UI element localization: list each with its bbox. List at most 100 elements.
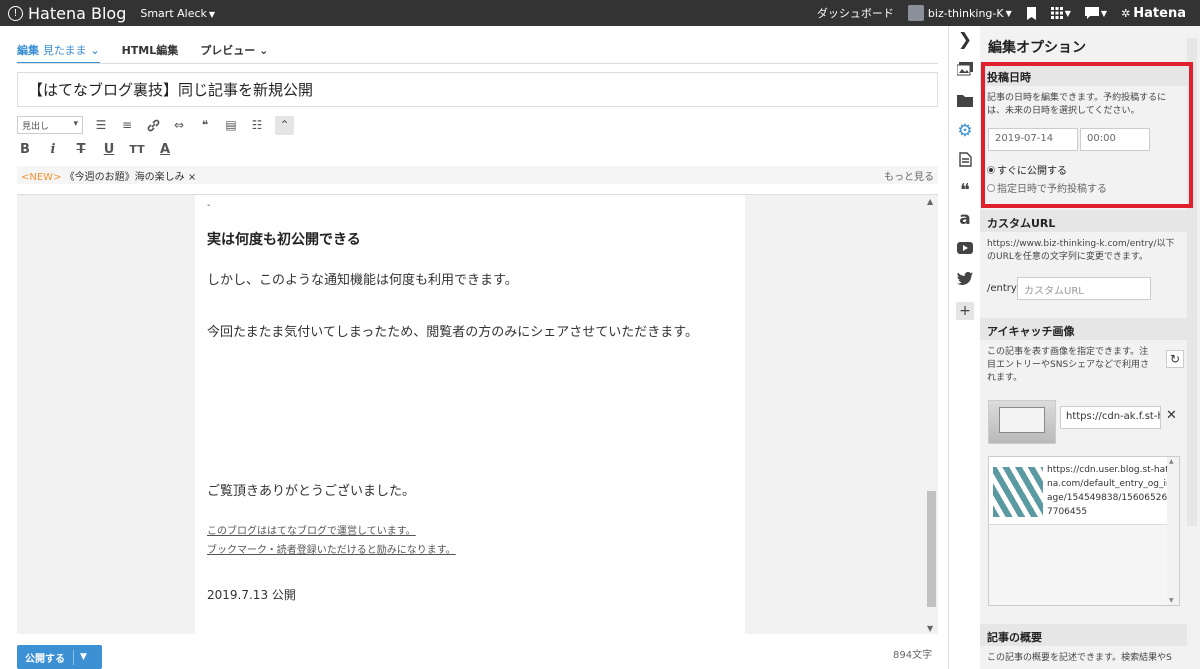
scroll-down-arrow-icon[interactable]: ▼ bbox=[1169, 597, 1174, 604]
caret-down-icon: ▼ bbox=[1064, 8, 1071, 18]
avatar bbox=[907, 5, 924, 21]
weekly-topic-link[interactable]: 《今週のお題》海の楽しみ bbox=[65, 172, 185, 183]
logo-text: Hatena Blog bbox=[28, 3, 127, 23]
summary-section: 記事の概要 この記事の概要を記述できます。検索結果やS bbox=[980, 624, 1187, 669]
format-toolbar: 見出し ▾ ☰ ≡ ⇔ ❝ ▤ ☷ ⌃ bbox=[17, 115, 304, 135]
section-desc: この記事を表す画像を指定できます。注目エントリーやSNSシェアなどで利用されます… bbox=[987, 347, 1149, 383]
tab-divider bbox=[17, 63, 938, 64]
heading-select[interactable]: 見出し ▾ bbox=[17, 116, 83, 134]
default-og-image bbox=[993, 467, 1043, 517]
tab-html-label: HTML編集 bbox=[121, 44, 179, 57]
scroll-down-arrow-icon[interactable]: ▼ bbox=[927, 624, 933, 633]
user-menu[interactable]: biz-thinking-K ▼ bbox=[907, 5, 1012, 21]
title-input[interactable]: 【はてなブログ裏技】同じ記事を新規公開 bbox=[17, 72, 938, 107]
refresh-icon[interactable]: ↻ bbox=[1166, 350, 1184, 368]
custom-url-input[interactable]: カスタムURL bbox=[1017, 277, 1151, 300]
user-name: biz-thinking-K bbox=[927, 6, 1004, 20]
document-icon[interactable] bbox=[949, 152, 981, 167]
tab-edit-label: 編集 bbox=[17, 44, 39, 57]
underline-button[interactable]: U bbox=[101, 141, 117, 157]
section-desc: この記事の概要を記述できます。検索結果やS bbox=[987, 653, 1172, 663]
folder-icon[interactable] bbox=[949, 94, 981, 107]
youtube-icon[interactable] bbox=[949, 242, 981, 254]
bookmark-icon[interactable] bbox=[1026, 6, 1037, 20]
hatena-brand[interactable]: ✲ Hatena bbox=[1121, 6, 1186, 21]
section-heading: カスタムURL bbox=[980, 210, 1187, 232]
eyecatch-thumbnail[interactable] bbox=[988, 400, 1056, 444]
subscribe-link[interactable]: ブックマーク・読者登録いただけると励みになります。 bbox=[207, 541, 733, 560]
numbered-list-icon[interactable]: ≡ bbox=[119, 117, 135, 133]
option-icon-bar: ❯ ⚙ ❝ a + bbox=[948, 26, 980, 669]
publish-date-text: 2019.7.13 公開 bbox=[207, 588, 296, 602]
table-icon[interactable]: ▤ bbox=[223, 117, 239, 133]
collapse-toolbar-icon[interactable]: ⌃ bbox=[275, 115, 294, 135]
char-count: 894文字 bbox=[893, 650, 933, 661]
heading-select-value: 見出し bbox=[22, 122, 50, 132]
plus-icon[interactable]: + bbox=[956, 302, 974, 320]
twitter-icon[interactable] bbox=[949, 272, 981, 285]
close-icon[interactable]: ✕ bbox=[1166, 408, 1177, 423]
text-style-toolbar: B i T U TT A bbox=[17, 140, 185, 158]
editor-content[interactable]: - 実は何度も初公開できる しかし、このような通知機能は何度も利用できます。 今… bbox=[195, 195, 745, 634]
picker-scrollbar[interactable]: ▲ ▼ bbox=[1167, 457, 1179, 605]
font-color-button[interactable]: A bbox=[157, 141, 173, 157]
editor-mode-tabs: 編集 見たまま ⌄ HTML編集 プレビュー ⌄ bbox=[17, 36, 290, 64]
photo-icon[interactable] bbox=[949, 62, 981, 76]
publish-button[interactable]: 公開する ▼ bbox=[17, 645, 102, 669]
bullet-list-icon[interactable]: ☰ bbox=[93, 117, 109, 133]
highlight-box bbox=[981, 62, 1193, 208]
caret-down-icon: ▼ bbox=[1100, 8, 1108, 18]
list-item[interactable]: https://cdn.user.blog.st-hatena.com/defa… bbox=[989, 457, 1179, 525]
scroll-up-arrow-icon[interactable]: ▲ bbox=[927, 197, 933, 206]
blog-switcher[interactable]: Smart Aleck ▼ bbox=[140, 7, 215, 20]
paragraph: ご覧頂きありがとうございました。 bbox=[207, 484, 416, 499]
hatena-brand-icon: ✲ bbox=[1121, 6, 1131, 20]
content-heading: 実は何度も初公開できる bbox=[207, 232, 361, 248]
image-picker-list: https://cdn.user.blog.st-hatena.com/defa… bbox=[988, 456, 1180, 606]
scroll-up-arrow-icon[interactable]: ▲ bbox=[1169, 458, 1174, 465]
bold-button[interactable]: B bbox=[17, 141, 33, 157]
italic-button[interactable]: i bbox=[45, 141, 61, 157]
scroll-thumb[interactable] bbox=[927, 491, 936, 607]
amazon-icon[interactable]: a bbox=[949, 209, 981, 229]
quote-icon[interactable]: ❝ bbox=[197, 117, 213, 133]
gear-icon[interactable]: ⚙ bbox=[949, 121, 981, 141]
panel-title: 編集オプション bbox=[988, 40, 1086, 56]
hatena-blog-logo[interactable]: ! Hatena Blog bbox=[8, 4, 126, 23]
chevron-right-icon[interactable]: ❯ bbox=[949, 30, 981, 50]
publish-label: 公開する bbox=[17, 649, 74, 665]
section-heading: 記事の概要 bbox=[980, 624, 1187, 646]
apps-grid-icon[interactable]: ▼ bbox=[1050, 7, 1071, 19]
editor-area: - 実は何度も初公開できる しかし、このような通知機能は何度も利用できます。 今… bbox=[17, 194, 938, 634]
quote-icon[interactable]: ❝ bbox=[949, 180, 981, 201]
section-heading: アイキャッチ画像 bbox=[980, 318, 1187, 340]
eyecatch-url-input[interactable]: https://cdn-ak.f.st-hatena.com bbox=[1060, 406, 1161, 429]
new-badge: <NEW> bbox=[21, 172, 62, 183]
font-size-button[interactable]: TT bbox=[129, 141, 145, 157]
tab-html-edit[interactable]: HTML編集 bbox=[122, 36, 179, 64]
editor-scrollbar[interactable]: ▲ ▼ bbox=[924, 195, 938, 634]
notification-icon[interactable]: ▼ bbox=[1084, 7, 1108, 19]
see-more-link[interactable]: もっと見る bbox=[884, 168, 934, 183]
tab-preview-label: プレビュー bbox=[200, 44, 256, 57]
tab-edit[interactable]: 編集 見たまま ⌄ bbox=[17, 36, 100, 64]
link-icon[interactable] bbox=[145, 117, 161, 133]
caret-down-icon: ▾ bbox=[73, 119, 78, 129]
chevron-down-icon: ⌄ bbox=[90, 44, 100, 57]
hatena-blog-link[interactable]: このブログははてなブログで運営しています。 bbox=[207, 522, 733, 541]
chevron-down-icon[interactable]: ▼ bbox=[74, 652, 87, 662]
tab-preview[interactable]: プレビュー ⌄ bbox=[200, 36, 268, 64]
top-bar: ! Hatena Blog Smart Aleck ▼ ダッシュボード biz-t… bbox=[0, 0, 1200, 26]
footer-links: このブログははてなブログで運営しています。 ブックマーク・読者登録いただけると励… bbox=[207, 522, 733, 560]
more-format-icon[interactable]: ☷ bbox=[249, 117, 265, 133]
chevron-down-icon: ⌄ bbox=[259, 44, 269, 57]
close-icon[interactable]: × bbox=[188, 172, 196, 183]
strikethrough-button[interactable]: T bbox=[73, 141, 89, 157]
custom-url-section: カスタムURL https://www.biz-thinking-k.com/e… bbox=[980, 210, 1187, 318]
dashboard-link[interactable]: ダッシュボード bbox=[817, 5, 894, 21]
caret-down-icon: ▼ bbox=[208, 9, 216, 19]
page-break-icon[interactable]: ⇔ bbox=[171, 117, 187, 133]
caret-down-icon: ▼ bbox=[1005, 8, 1012, 18]
url-prefix: /entry/ bbox=[987, 283, 1021, 294]
paragraph: しかし、このような通知機能は何度も利用できます。 bbox=[207, 273, 518, 288]
